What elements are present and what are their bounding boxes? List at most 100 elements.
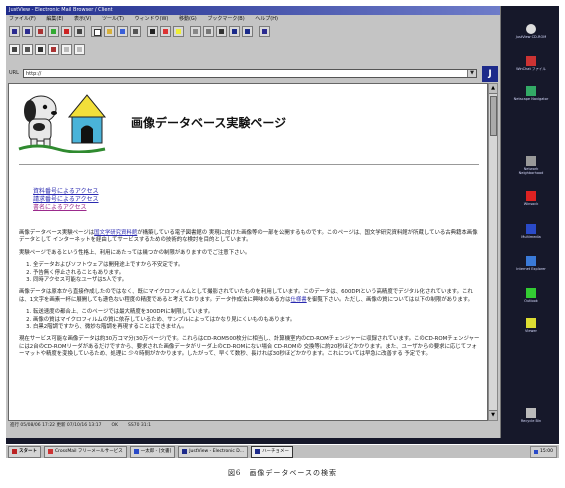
- access-links: 資料番号によるアクセス 請求番号によるアクセス 書名によるアクセス: [33, 188, 99, 212]
- quality-limits-list: 転送速度の都合上、このページでは最大精度を300DPIに制限しています。 画像の…: [33, 309, 481, 331]
- outlook-icon: [526, 288, 536, 298]
- scroll-down-icon[interactable]: ▼: [489, 410, 497, 420]
- history-button[interactable]: [48, 44, 59, 55]
- divider: [19, 164, 479, 165]
- desktop-icon[interactable]: WinChat ファイル: [512, 56, 550, 71]
- menu-go[interactable]: 移動(G): [179, 16, 197, 22]
- window-icon: [255, 449, 261, 454]
- settings-button[interactable]: [22, 44, 33, 55]
- limits-list: 全データおよびソフトウェアは開発途上ですから不安定です。 予告無く停止されること…: [33, 262, 481, 284]
- justview-icon: [182, 449, 188, 454]
- desktop-icon[interactable]: Netscape Navigator: [512, 86, 550, 101]
- chevron-down-icon[interactable]: ▼: [467, 69, 476, 77]
- limits-intro: 実験ページであるという性格上、利用にあたっては幾つかの制限がありますのでご注意下…: [19, 249, 251, 256]
- taskbar-item-active[interactable]: ハーチョメー: [251, 445, 294, 458]
- search-button[interactable]: [35, 44, 46, 55]
- screenshot: JustView - Electronic Mail Browser / Cli…: [6, 6, 559, 458]
- desktop-icon[interactable]: Outlook: [512, 288, 550, 303]
- desktop-icons: JustView CD-ROM WinChat ファイル Netscape Na…: [502, 6, 559, 444]
- image-data-paragraph: 画像データは原本から直接作成したのではなく、既にマイクロフィルムとして撮影されて…: [19, 289, 474, 303]
- desktop-icon[interactable]: Recycle Bin: [512, 408, 550, 423]
- scroll-up-icon[interactable]: ▲: [489, 84, 497, 94]
- list-item: 予告無く停止されることもあります。: [33, 270, 481, 277]
- menu-help[interactable]: ヘルプ(H): [255, 16, 278, 22]
- forward-button[interactable]: [22, 26, 33, 37]
- new-page-button[interactable]: [91, 26, 102, 37]
- stop-button[interactable]: [61, 26, 72, 37]
- home-button[interactable]: [35, 26, 46, 37]
- recycle-bin-icon: [526, 408, 536, 418]
- taskbar-item[interactable]: 一太郎 - [文書]: [129, 445, 176, 458]
- navigator-icon: [526, 86, 536, 96]
- scroll-thumb[interactable]: [490, 96, 497, 136]
- menu-window[interactable]: ウィンドウ(W): [135, 16, 169, 22]
- address-label: URL: [9, 70, 19, 76]
- taskbar-item[interactable]: JustView - Electronic D...: [178, 445, 249, 458]
- menu-file[interactable]: ファイル(F): [9, 16, 36, 22]
- page-body: 画像データベース実験ページは国文学研究資料館が構築している電子図書館の 実現に向…: [19, 230, 481, 364]
- list-item: 同時アクセス可能なユーザは5人です。: [33, 277, 481, 284]
- help-button[interactable]: [259, 26, 270, 37]
- desktop-icon[interactable]: JustView CD-ROM: [512, 24, 550, 39]
- list-item: 画像の質はマイクロフィルムの質に依存しているため、サンプルによってはかなり見にく…: [33, 317, 481, 324]
- menu-bookmarks[interactable]: ブックマーク(B): [207, 16, 244, 22]
- clock: 15:00: [540, 448, 553, 454]
- back-button[interactable]: [9, 26, 20, 37]
- desktop-icon[interactable]: Viewer: [512, 318, 550, 333]
- status-date: 進行 05/08/06 17:22 更新 07/10/16 13:17: [10, 423, 102, 428]
- link-by-call-number[interactable]: 請求番号によるアクセス: [33, 196, 99, 204]
- mail-button[interactable]: [61, 44, 72, 55]
- network-icon: [526, 156, 536, 166]
- list-item: 転送速度の都合上、このページでは最大精度を300DPIに制限しています。: [33, 309, 481, 316]
- taskbar-item[interactable]: CrossMail フリーメールサービス: [44, 445, 127, 458]
- paste-button[interactable]: [203, 26, 214, 37]
- gallery-button[interactable]: [242, 26, 253, 37]
- highlight-button[interactable]: [173, 26, 184, 37]
- window-title: JustView - Electronic Mail Browser / Cli…: [6, 6, 500, 15]
- page-title: 画像データベース実験ページ: [131, 116, 287, 130]
- dog-and-doghouse-logo: [18, 94, 107, 153]
- address-bar: URL http:// ▼: [6, 66, 500, 80]
- browser-window: JustView - Electronic Mail Browser / Cli…: [6, 6, 501, 438]
- close-button[interactable]: [74, 26, 85, 37]
- print-button[interactable]: [130, 26, 141, 37]
- vertical-scrollbar[interactable]: ▲ ▼: [488, 83, 498, 421]
- explorer-icon: [526, 256, 536, 266]
- news-button[interactable]: [74, 44, 85, 55]
- bookmark-button[interactable]: [9, 44, 20, 55]
- image-button[interactable]: [229, 26, 240, 37]
- browser-logo-icon: J: [482, 66, 498, 82]
- mail-icon: [48, 449, 53, 454]
- desktop-icon[interactable]: Multimedia: [512, 224, 550, 239]
- link-by-title[interactable]: 書名によるアクセス: [33, 204, 99, 212]
- status-state: OK: [111, 423, 119, 428]
- chat-icon: [526, 56, 536, 66]
- list-item: 白黒2階調ですから、微妙な階調を再現することはできません。: [33, 324, 481, 331]
- institute-link[interactable]: 国文学研究資料館: [94, 230, 137, 236]
- copy-button[interactable]: [190, 26, 201, 37]
- desktop-icon[interactable]: Network Neighborhood: [512, 156, 550, 175]
- intro-paragraph: 画像データベース実験ページは国文学研究資料館が構築している電子図書館の 実現に向…: [19, 230, 478, 244]
- spec-link[interactable]: 仕様書: [291, 297, 307, 303]
- toolbar-row-1: [9, 26, 270, 39]
- menu-edit[interactable]: 編集(E): [46, 16, 63, 22]
- link-by-document-number[interactable]: 資料番号によるアクセス: [33, 188, 99, 196]
- menu-tools[interactable]: ツール(T): [102, 16, 124, 22]
- status-info: SS70 31:1: [128, 423, 151, 428]
- pen-button[interactable]: [147, 26, 158, 37]
- desktop-icon[interactable]: Internet Explorer: [512, 256, 550, 271]
- toolbar-row-2: [9, 44, 85, 57]
- taskbar: スタート CrossMail フリーメールサービス 一太郎 - [文書] Jus…: [6, 444, 559, 458]
- viewer-icon: [526, 318, 536, 328]
- start-button[interactable]: スタート: [8, 445, 41, 458]
- url-input[interactable]: http:// ▼: [23, 68, 477, 78]
- tray-icon[interactable]: [534, 449, 539, 454]
- open-button[interactable]: [104, 26, 115, 37]
- url-value: http://: [26, 70, 42, 77]
- desktop-icon[interactable]: Winsock: [512, 191, 550, 206]
- save-button[interactable]: [117, 26, 128, 37]
- reload-button[interactable]: [48, 26, 59, 37]
- menu-view[interactable]: 表示(V): [74, 16, 91, 22]
- find-button[interactable]: [216, 26, 227, 37]
- marker-button[interactable]: [160, 26, 171, 37]
